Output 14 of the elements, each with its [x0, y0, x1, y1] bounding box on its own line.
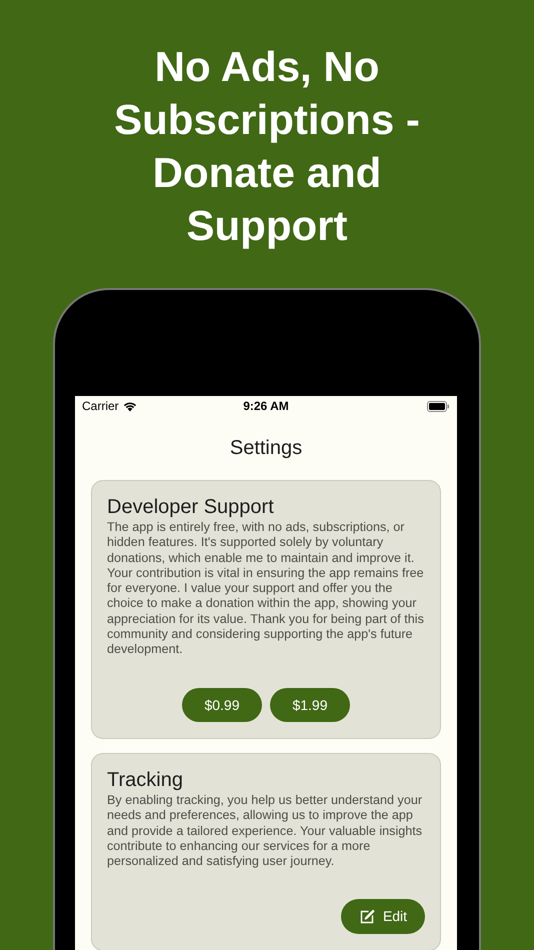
donate-button[interactable]: $0.99 [182, 688, 262, 722]
edit-button[interactable]: Edit [341, 899, 425, 934]
carrier-label: Carrier [82, 398, 119, 415]
donate-button[interactable]: $1.99 [270, 688, 350, 722]
card-title: Tracking [107, 768, 184, 792]
wifi-icon [122, 400, 137, 412]
status-time: 9:26 AM [242, 398, 290, 415]
card-description: By enabling tracking, you help us better understand your needs and preferences, allowing us to improve the app and provide a tailored experience. Your valuable insights contribute to enhancing our services for a more personalized and satisfying user journey. [107, 793, 424, 870]
edit-icon [358, 908, 375, 924]
card-title: Developer Support [107, 495, 275, 519]
screen-title: Settings [228, 436, 304, 461]
card-description: The app is entirely free, with no ads, subscriptions, or hidden features. It's supported solely by voluntary donations, which enable me to maintain and improve it. Your contribution is vital in ensuring the app remains free for everyone. I value your support and offer you the choice to make a donation within the app, showing your appreciation for its value. Thank you for being part of this community and considering supporting the app's future development. [107, 520, 425, 658]
battery-icon [427, 400, 450, 412]
headline: No Ads, No Subscriptions - Donate and Support [113, 42, 421, 251]
